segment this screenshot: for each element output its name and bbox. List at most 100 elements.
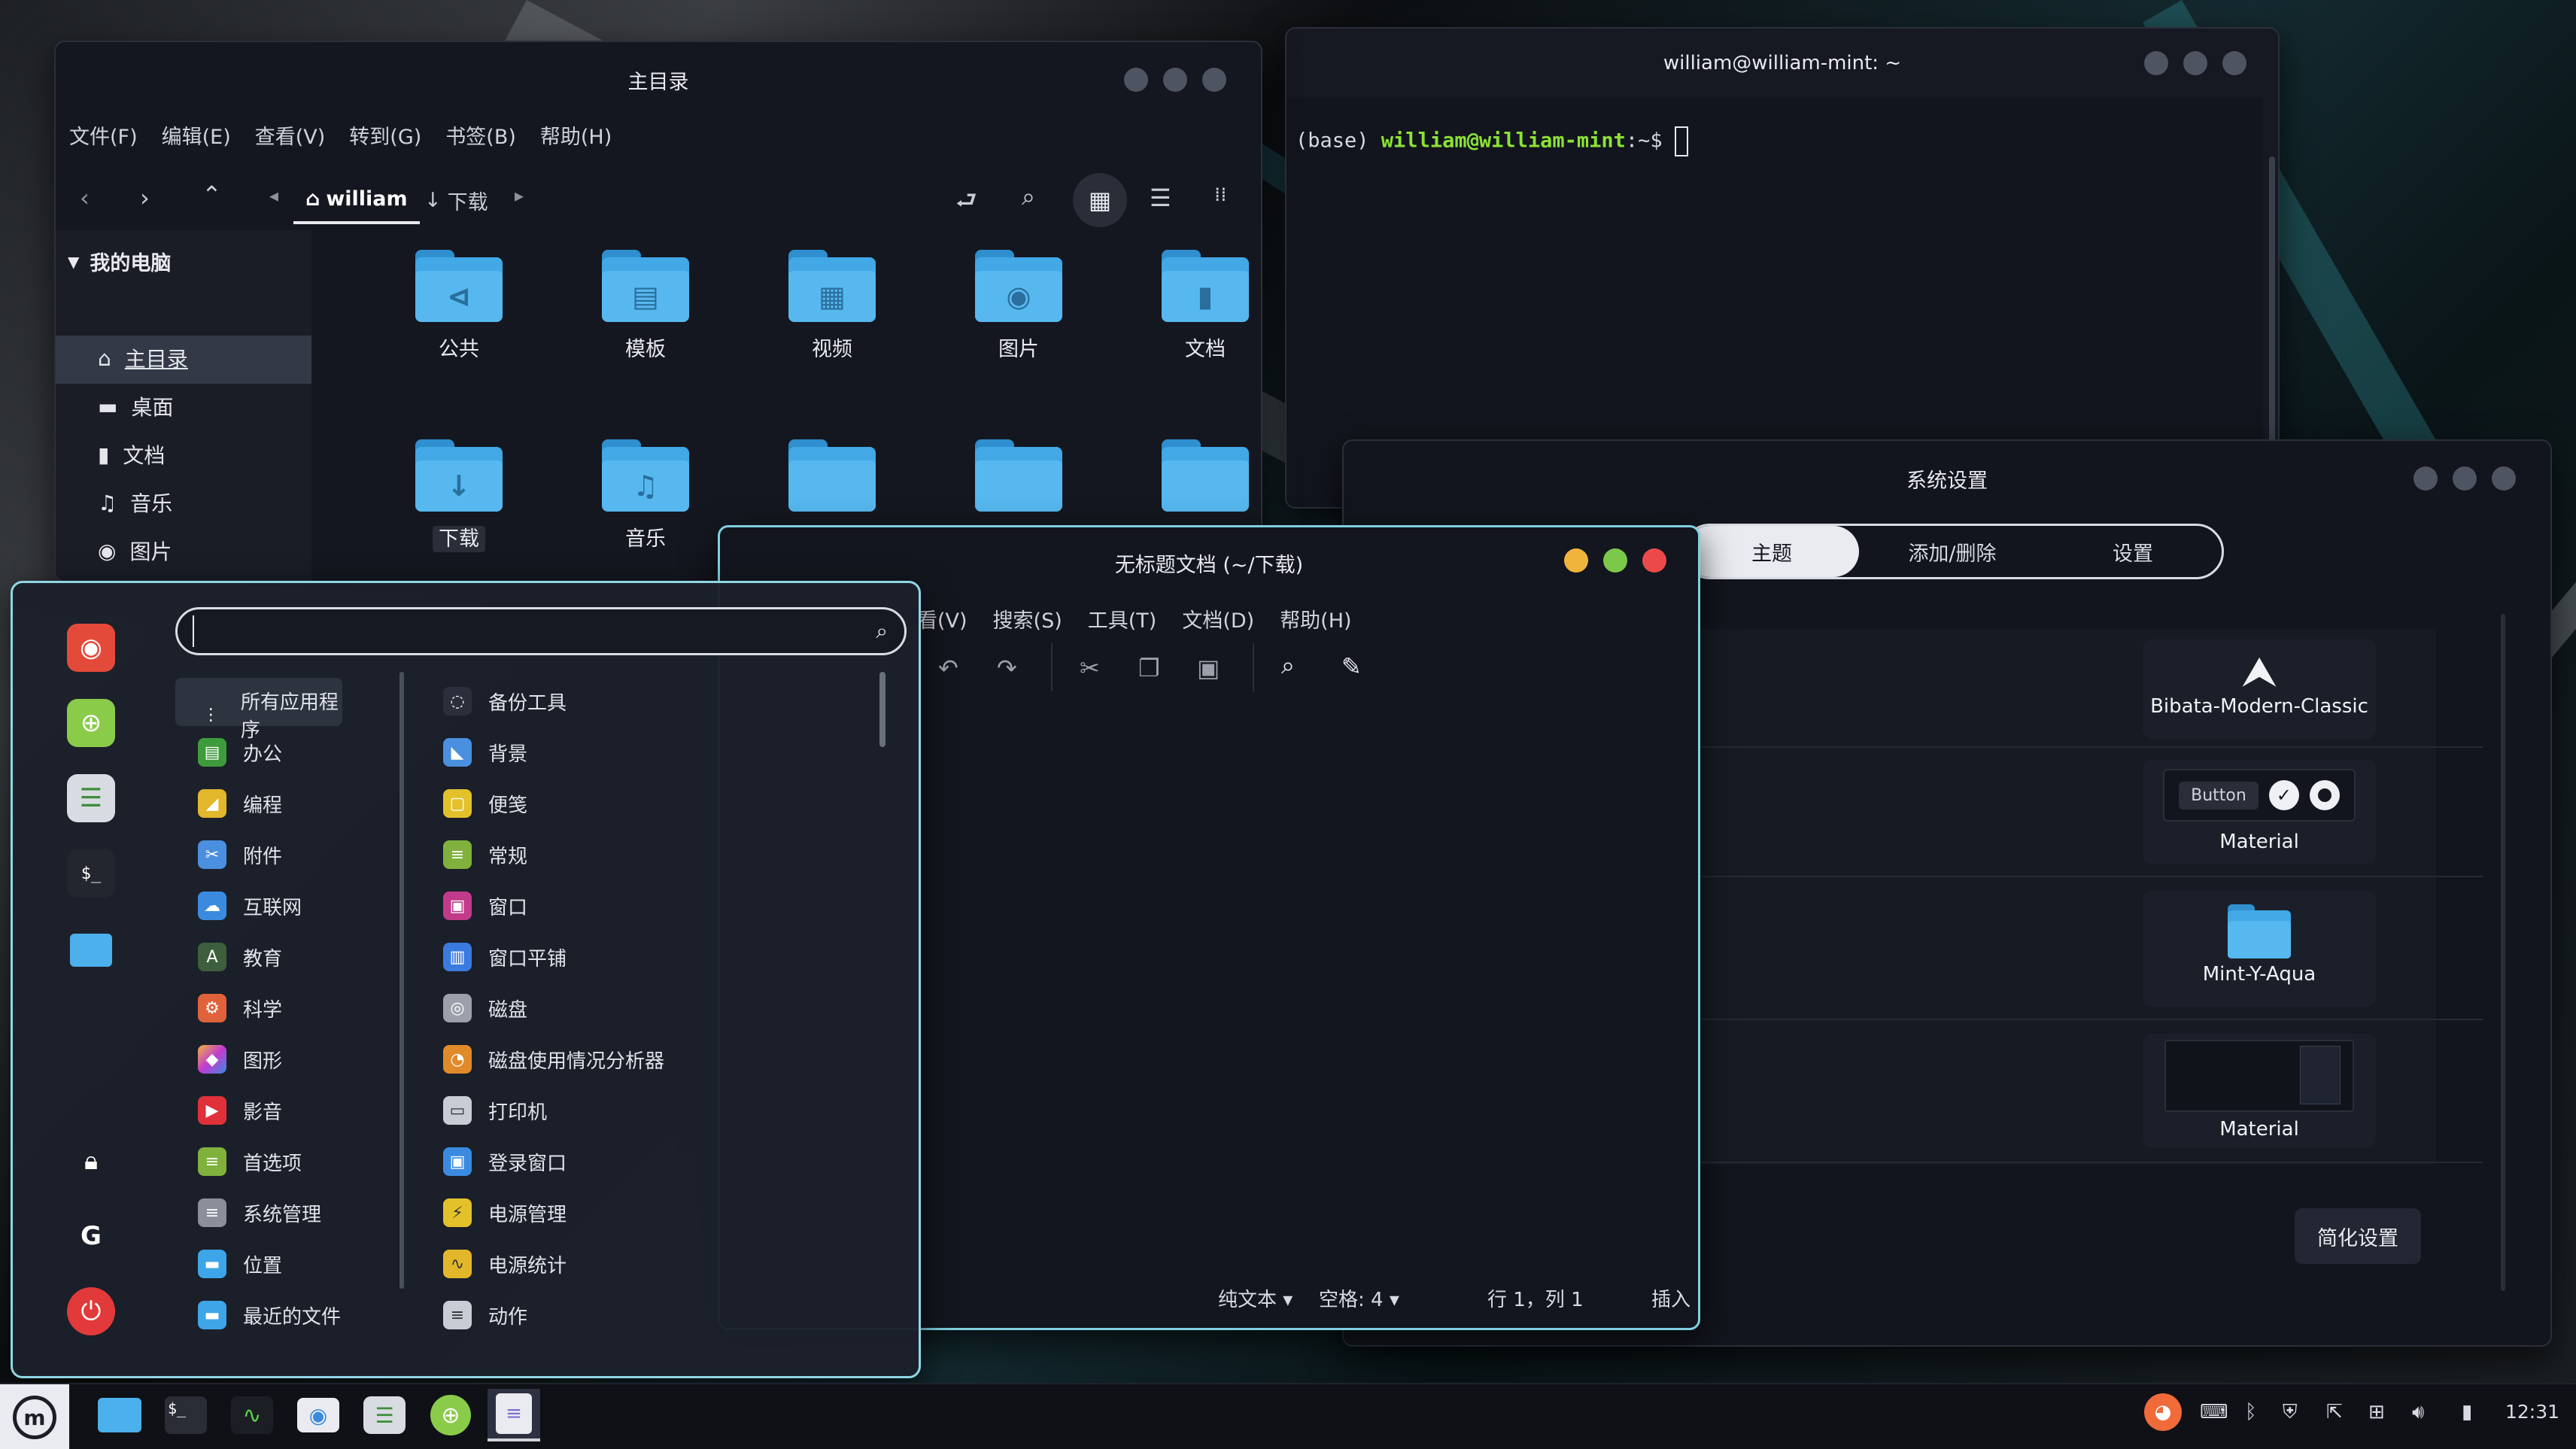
minimize-button[interactable] bbox=[2413, 466, 2438, 491]
taskbar-terminal[interactable]: $_ bbox=[159, 1389, 212, 1441]
menu-documents[interactable]: 文档(D) bbox=[1182, 604, 1254, 633]
battery-icon[interactable]: ▮ bbox=[2462, 1401, 2472, 1423]
app-item[interactable]: ▥ 窗口平铺 bbox=[443, 943, 567, 971]
keyboard-icon[interactable]: ⌨ bbox=[2200, 1401, 2228, 1423]
category-item[interactable]: ✂ 附件 bbox=[198, 840, 282, 869]
sidebar-item-documents[interactable]: ▮ 文档 bbox=[98, 439, 165, 469]
path-toggle-icon[interactable]: ⮐ bbox=[955, 184, 977, 224]
menu-tools[interactable]: 工具(T) bbox=[1088, 604, 1157, 633]
category-item[interactable]: ☁ 互联网 bbox=[198, 892, 302, 920]
tab-settings[interactable]: 设置 bbox=[2046, 526, 2220, 577]
forward-icon[interactable]: › bbox=[140, 184, 150, 212]
app-item[interactable]: ∿ 电源统计 bbox=[443, 1250, 567, 1278]
settings-scrollbar[interactable] bbox=[2501, 614, 2505, 1291]
sidebar-item-music[interactable]: ♫ 音乐 bbox=[98, 488, 172, 518]
category-item[interactable]: ▬ 最近的文件 bbox=[198, 1301, 341, 1329]
folder-item[interactable] bbox=[1115, 439, 1261, 522]
app-item[interactable]: ▢ 便笺 bbox=[443, 789, 527, 818]
menu-edit[interactable]: 编辑(E) bbox=[162, 120, 231, 150]
maximize-button[interactable] bbox=[1603, 548, 1627, 573]
taskbar-system-monitor[interactable]: ∿ bbox=[226, 1389, 278, 1441]
taskbar-text-editor[interactable]: ≡ bbox=[488, 1389, 540, 1441]
back-icon[interactable]: ‹ bbox=[80, 184, 90, 212]
update-icon[interactable]: ⇱ bbox=[2326, 1401, 2343, 1423]
category-item[interactable]: ▬ 位置 bbox=[198, 1250, 282, 1278]
sidebar-item-home[interactable]: ⌂ 主目录 bbox=[98, 343, 188, 373]
shield-icon[interactable]: ⛨ bbox=[2283, 1401, 2298, 1424]
menu-file[interactable]: 文件(F) bbox=[69, 120, 138, 150]
close-button[interactable] bbox=[2492, 466, 2516, 491]
app-search-input[interactable] bbox=[193, 615, 840, 647]
menu-view[interactable]: 看(V) bbox=[917, 604, 968, 633]
category-item[interactable]: A 教育 bbox=[198, 943, 282, 971]
breadcrumb-left-icon[interactable]: ◂ bbox=[269, 185, 278, 206]
sidebar-item-pictures[interactable]: ◉ 图片 bbox=[98, 536, 172, 566]
folder-item[interactable]: ♫ 音乐 bbox=[555, 439, 736, 551]
firefox-launcher[interactable]: ◉ bbox=[67, 624, 115, 672]
category-item[interactable]: ≡ 首选项 bbox=[198, 1147, 302, 1176]
menu-help[interactable]: 帮助(H) bbox=[1280, 604, 1351, 633]
menu-bookmarks[interactable]: 书签(B) bbox=[445, 120, 516, 150]
tab-add-remove[interactable]: 添加/删除 bbox=[1865, 526, 2040, 577]
list-view-icon[interactable]: ☰ bbox=[1150, 184, 1171, 212]
grid-view-button[interactable]: ▦ bbox=[1073, 173, 1127, 227]
bluetooth-icon[interactable]: ᛒ bbox=[2245, 1401, 2257, 1423]
category-item[interactable]: ⋮ 所有应用程序 bbox=[198, 687, 348, 743]
minimize-button[interactable] bbox=[2144, 51, 2168, 75]
desktop-theme-card[interactable]: Material bbox=[2143, 1034, 2376, 1148]
folder-item[interactable]: ↓ 下载 bbox=[369, 439, 549, 552]
clock[interactable]: 12:31 bbox=[2505, 1401, 2559, 1423]
close-button[interactable] bbox=[2222, 51, 2246, 75]
menu-button[interactable]: m bbox=[0, 1384, 69, 1449]
files-launcher[interactable] bbox=[67, 926, 115, 974]
app-item[interactable]: ◔ 磁盘使用情况分析器 bbox=[443, 1045, 664, 1074]
menu-search[interactable]: 搜索(S) bbox=[993, 604, 1062, 633]
volume-icon[interactable]: 🔊︎ bbox=[2412, 1401, 2424, 1424]
maximize-button[interactable] bbox=[1163, 68, 1187, 92]
search-icon[interactable]: ⌕ bbox=[1281, 651, 1295, 680]
taskbar-software-manager[interactable]: ⊕ bbox=[424, 1389, 477, 1441]
app-item[interactable]: ◣ 背景 bbox=[443, 738, 527, 767]
paste-icon[interactable]: ▣ bbox=[1197, 654, 1220, 682]
logout-button[interactable]: G bbox=[67, 1212, 115, 1260]
taskbar-settings[interactable]: ☰ bbox=[358, 1389, 411, 1441]
undo-icon[interactable]: ↶ bbox=[938, 654, 958, 682]
app-item[interactable]: ≡ 常规 bbox=[443, 840, 527, 869]
language-selector[interactable]: 纯文本 ▾ bbox=[1218, 1284, 1293, 1312]
app-search-box[interactable]: ⌕ bbox=[175, 607, 907, 655]
software-manager-launcher[interactable]: ⊕ bbox=[67, 699, 115, 747]
tray-app-icon[interactable]: ◕ bbox=[2144, 1393, 2182, 1431]
folder-item[interactable] bbox=[928, 439, 1109, 522]
category-item[interactable]: ⚙ 科学 bbox=[198, 994, 282, 1022]
shutdown-button[interactable]: ⏻ bbox=[67, 1287, 115, 1335]
app-item[interactable]: ◌ 备份工具 bbox=[443, 687, 567, 715]
breadcrumb-home[interactable]: ⌂ william bbox=[293, 176, 420, 224]
cut-icon[interactable]: ✂ bbox=[1080, 654, 1100, 682]
menu-view[interactable]: 查看(V) bbox=[255, 120, 326, 150]
lock-button[interactable]: 🔒︎ bbox=[67, 1137, 115, 1185]
folder-item[interactable]: ◉ 图片 bbox=[928, 250, 1109, 362]
terminal-launcher[interactable]: $_ bbox=[67, 849, 115, 898]
minimize-button[interactable] bbox=[1124, 68, 1148, 92]
folder-item[interactable]: ▮ 文档 bbox=[1115, 250, 1261, 362]
app-scrollbar[interactable] bbox=[879, 672, 886, 747]
app-item[interactable]: ▣ 窗口 bbox=[443, 892, 527, 920]
network-icon[interactable]: ⊞ bbox=[2368, 1401, 2385, 1423]
indent-selector[interactable]: 空格: 4 ▾ bbox=[1319, 1284, 1399, 1312]
category-scrollbar[interactable] bbox=[399, 672, 404, 1289]
app-item[interactable]: ▭ 打印机 bbox=[443, 1096, 547, 1125]
taskbar-files[interactable] bbox=[93, 1389, 146, 1441]
sidebar-section-my-computer[interactable]: ▼ 我的电脑 bbox=[68, 247, 171, 276]
find-replace-icon[interactable]: ✎ bbox=[1341, 652, 1362, 681]
up-icon[interactable]: ⌃ bbox=[202, 181, 222, 209]
folder-item[interactable]: ▤ 模板 bbox=[555, 250, 736, 362]
menu-help[interactable]: 帮助(H) bbox=[540, 120, 612, 150]
controls-theme-card[interactable]: Button ✓ Material bbox=[2143, 760, 2376, 864]
cursor-theme-card[interactable]: ⮝ Bibata-Modern-Classic bbox=[2143, 639, 2376, 739]
maximize-button[interactable] bbox=[2183, 51, 2207, 75]
folder-item[interactable]: ⊲ 公共 bbox=[369, 250, 549, 362]
copy-icon[interactable]: ❐ bbox=[1138, 654, 1160, 682]
taskbar-screenshot[interactable]: ◉ bbox=[292, 1389, 345, 1441]
close-button[interactable] bbox=[1202, 68, 1226, 92]
sidebar-item-desktop[interactable]: ▬ 桌面 bbox=[98, 391, 173, 421]
